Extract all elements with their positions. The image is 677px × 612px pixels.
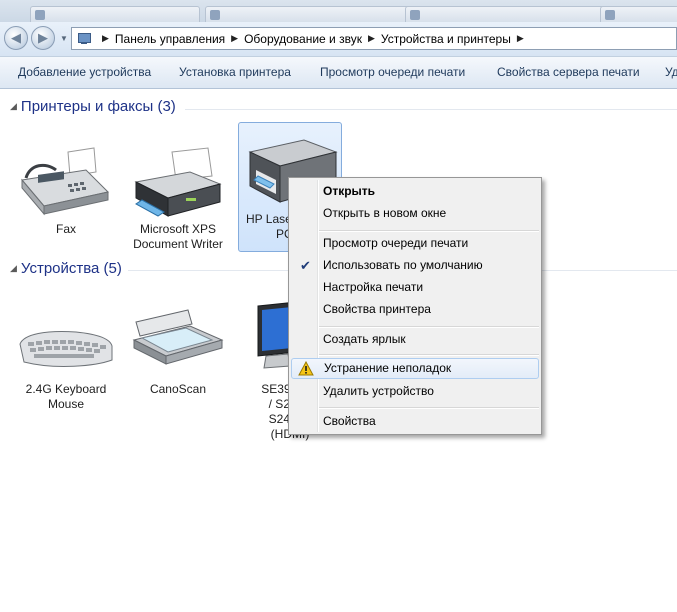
devices-group-title: Устройства (5) (20, 260, 122, 277)
add-device-button[interactable]: Добавление устройства (18, 65, 151, 79)
device-label: Microsoft XPS (139, 222, 217, 236)
menu-item-open[interactable]: Открыть (291, 181, 539, 202)
breadcrumb-hardware-sound[interactable]: Оборудование и звук (244, 32, 362, 46)
collapse-arrow-icon[interactable]: ◢ (10, 263, 17, 274)
add-printer-button[interactable]: Установка принтера (179, 65, 291, 79)
device-label: 2.4G Keyboard (25, 382, 107, 396)
menu-item-label: Использовать по умолчанию (323, 258, 483, 272)
checkmark-icon: ✔ (300, 258, 311, 273)
breadcrumb-devices-printers[interactable]: Устройства и принтеры (381, 32, 511, 46)
device-keyboard-mouse[interactable]: 2.4G Keyboard Mouse (16, 300, 116, 412)
menu-item-printer-properties[interactable]: Свойства принтера (291, 299, 539, 320)
printer-icon (128, 140, 228, 220)
fax-icon (16, 140, 116, 220)
menu-item-set-default[interactable]: ✔ Использовать по умолчанию (291, 255, 539, 276)
collapse-arrow-icon[interactable]: ◢ (10, 101, 17, 112)
printers-group-title: Принтеры и факсы (3) (20, 98, 176, 115)
menu-item-create-shortcut[interactable]: Создать ярлык (291, 329, 539, 350)
context-menu: Открыть Открыть в новом окне Просмотр оч… (288, 177, 542, 435)
menu-separator (319, 326, 539, 328)
address-bar[interactable]: ▶ Панель управления ▶ Оборудование и зву… (71, 27, 677, 50)
menu-item-remove-device[interactable]: Удалить устройство (291, 381, 539, 402)
forward-arrow-icon: ▶ (38, 30, 48, 45)
menu-separator (319, 230, 539, 232)
command-bar: Добавление устройства Установка принтера… (0, 56, 677, 89)
menu-separator (319, 354, 539, 356)
keyboard-icon (16, 300, 116, 380)
menu-item-open-new-window[interactable]: Открыть в новом окне (291, 203, 539, 224)
navigation-bar: ◀ ▶ ▼ ▶ Панель управления ▶ Оборудование… (0, 22, 677, 56)
breadcrumb-control-panel[interactable]: Панель управления (115, 32, 225, 46)
group-divider (185, 109, 677, 110)
breadcrumb-arrow-icon[interactable]: ▶ (231, 33, 238, 44)
device-canoscan[interactable]: CanoScan (128, 300, 228, 397)
back-button[interactable]: ◀ (4, 26, 28, 50)
breadcrumb-arrow-icon[interactable]: ▶ (102, 33, 109, 44)
device-label: Document Writer (133, 237, 223, 251)
devices-group-header[interactable]: ◢ Устройства (5) (10, 260, 122, 277)
device-fax[interactable]: Fax (16, 140, 116, 237)
device-label: Mouse (47, 397, 85, 411)
print-server-properties-button[interactable]: Свойства сервера печати (497, 65, 640, 79)
control-panel-icon (76, 32, 92, 46)
breadcrumb-arrow-icon[interactable]: ▶ (368, 33, 375, 44)
remove-device-button[interactable]: Уд (665, 65, 677, 79)
device-label: Fax (55, 222, 76, 236)
device-microsoft-xps[interactable]: Microsoft XPS Document Writer (128, 140, 228, 252)
scanner-icon (128, 300, 228, 380)
device-label: CanoScan (149, 382, 207, 396)
menu-item-label: Устранение неполадок (324, 361, 452, 375)
back-arrow-icon: ◀ (11, 30, 21, 45)
breadcrumb-arrow-icon[interactable]: ▶ (517, 33, 524, 44)
menu-item-view-print-queue[interactable]: Просмотр очереди печати (291, 233, 539, 254)
menu-item-print-settings[interactable]: Настройка печати (291, 277, 539, 298)
recent-pages-dropdown-icon[interactable]: ▼ (60, 34, 68, 43)
forward-button[interactable]: ▶ (31, 26, 55, 50)
view-print-queue-button[interactable]: Просмотр очереди печати (320, 65, 465, 79)
menu-item-properties[interactable]: Свойства (291, 411, 539, 432)
menu-item-troubleshoot[interactable]: Устранение неполадок (291, 358, 539, 379)
menu-separator (319, 407, 539, 409)
warning-icon (298, 361, 314, 376)
printers-group-header[interactable]: ◢ Принтеры и факсы (3) (10, 98, 176, 115)
